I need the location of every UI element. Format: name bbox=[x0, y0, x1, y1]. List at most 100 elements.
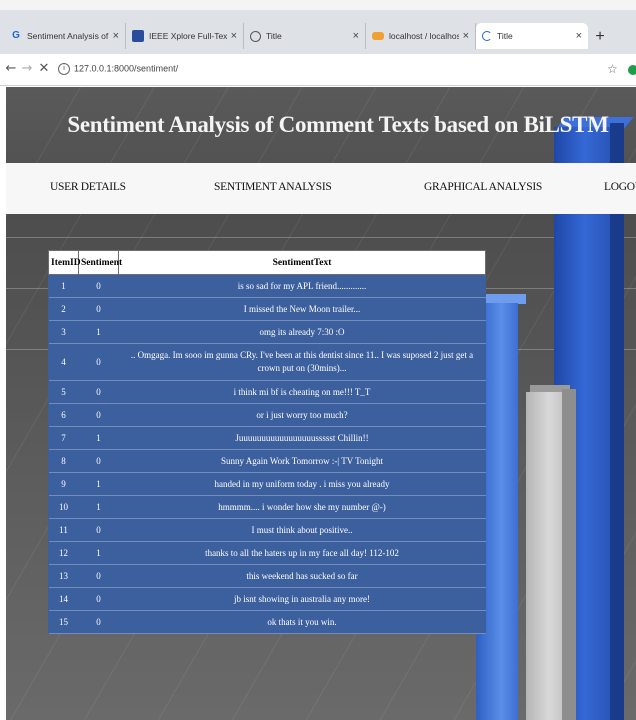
cell-itemid: 8 bbox=[48, 449, 79, 473]
browser-tab-title: localhost / localhost | phpMyAdr bbox=[389, 31, 459, 41]
nav-graphical-analysis[interactable]: GRAPHICAL ANALYSIS bbox=[424, 181, 542, 193]
column-header-sentimenttext: SentimentText bbox=[118, 250, 486, 275]
page-title: Sentiment Analysis of Comment Texts base… bbox=[67, 112, 609, 137]
sentiment-table-container: ItemID Sentiment SentimentText 1 0 is so s… bbox=[48, 250, 486, 634]
table-row: 15 0 ok thats it you win. bbox=[48, 610, 486, 634]
table-row: 11 0 I must think about positive.. bbox=[48, 518, 486, 542]
table-body: 1 0 is so sad for my APL friend...........… bbox=[48, 274, 486, 634]
nav-logout[interactable]: LOGOUT bbox=[604, 181, 636, 193]
browser-tab-4[interactable]: localhost / localhost | phpMyAdr × bbox=[366, 23, 476, 49]
phpmyadmin-favicon-icon bbox=[372, 32, 384, 40]
cell-itemid: 3 bbox=[48, 320, 79, 344]
background-gridline bbox=[6, 237, 636, 238]
table-row: 9 1 handed in my uniform today . i miss yo… bbox=[48, 472, 486, 496]
page-content: Sentiment Analysis of Comment Texts base… bbox=[6, 87, 636, 720]
cell-itemid: 13 bbox=[48, 564, 79, 588]
table-row: 1 0 is so sad for my APL friend...........… bbox=[48, 274, 486, 298]
table-row: 6 0 or i just worry too much? bbox=[48, 403, 486, 427]
cell-itemid: 1 bbox=[48, 274, 79, 298]
cell-sentiment-text: jb isnt showing in australia any more! bbox=[118, 587, 486, 611]
sentiment-table: ItemID Sentiment SentimentText 1 0 is so s… bbox=[48, 250, 486, 634]
cell-itemid: 9 bbox=[48, 472, 79, 496]
cell-itemid: 11 bbox=[48, 518, 79, 542]
cell-itemid: 10 bbox=[48, 495, 79, 519]
browser-tab-title: Sentiment Analysis of Comment bbox=[27, 31, 109, 41]
browser-tab-title: IEEE Xplore Full-Text PDF: bbox=[149, 31, 227, 41]
table-row: 14 0 jb isnt showing in australia any more… bbox=[48, 587, 486, 611]
table-row: 8 0 Sunny Again Work Tomorrow :-| TV Tonig… bbox=[48, 449, 486, 473]
cell-sentiment-text: is so sad for my APL friend............. bbox=[118, 274, 486, 298]
new-tab-icon[interactable]: + bbox=[591, 28, 609, 46]
cell-sentiment-text: .. Omgaga. Im sooo im gunna CRy. I've be… bbox=[118, 343, 486, 381]
cell-sentiment: 0 bbox=[78, 343, 119, 381]
window-menubar bbox=[0, 0, 636, 10]
browser-tab-title: Title bbox=[266, 31, 282, 41]
table-row: 13 0 this weekend has sucked so far bbox=[48, 564, 486, 588]
browser-toolbar: ← → ✕ i 127.0.0.1:8000/sentiment/ ☆ bbox=[0, 54, 636, 86]
forward-arrow-icon[interactable]: → bbox=[19, 61, 35, 77]
cell-sentiment-text: ok thats it you win. bbox=[118, 610, 486, 634]
table-row: 3 1 omg its already 7:30 :O bbox=[48, 320, 486, 344]
nav-sentiment-analysis[interactable]: SENTIMENT ANALYSIS bbox=[214, 181, 332, 193]
cell-sentiment-text: handed in my uniform today . i miss you … bbox=[118, 472, 486, 496]
cell-sentiment-text: Juuuuuuuuuuuuuuuuussssst Chillin!! bbox=[118, 426, 486, 450]
cell-sentiment-text: this weekend has sucked so far bbox=[118, 564, 486, 588]
cell-sentiment-text: Sunny Again Work Tomorrow :-| TV Tonight bbox=[118, 449, 486, 473]
url-text: 127.0.0.1:8000/sentiment/ bbox=[74, 63, 179, 74]
browser-tab-strip: G Sentiment Analysis of Comment × IEEE X… bbox=[0, 10, 636, 54]
browser-tab-5[interactable]: Title × bbox=[476, 23, 588, 49]
cell-sentiment: 1 bbox=[78, 320, 119, 344]
cell-sentiment: 1 bbox=[78, 541, 119, 565]
browser-tab-title: Title bbox=[497, 31, 513, 41]
globe-favicon-icon bbox=[250, 30, 261, 42]
cell-itemid: 7 bbox=[48, 426, 79, 450]
close-tab-icon[interactable]: × bbox=[353, 30, 359, 42]
cell-sentiment: 1 bbox=[78, 495, 119, 519]
cell-sentiment-text: omg its already 7:30 :O bbox=[118, 320, 486, 344]
close-tab-icon[interactable]: × bbox=[231, 30, 237, 42]
cell-itemid: 5 bbox=[48, 380, 79, 404]
table-row: 7 1 Juuuuuuuuuuuuuuuuussssst Chillin!! bbox=[48, 426, 486, 450]
address-bar[interactable]: i 127.0.0.1:8000/sentiment/ bbox=[58, 63, 178, 75]
background-bar-graphic bbox=[562, 389, 576, 720]
cell-itemid: 4 bbox=[48, 343, 79, 381]
cell-itemid: 14 bbox=[48, 587, 79, 611]
background-bar-graphic bbox=[526, 392, 564, 720]
table-row: 20I missed the New Moon trailer... bbox=[48, 297, 486, 321]
cell-itemid: 12 bbox=[48, 541, 79, 565]
table-row: 50i think mi bf is cheating on me!!! T_T bbox=[48, 380, 486, 404]
browser-tab-1[interactable]: G Sentiment Analysis of Comment × bbox=[4, 23, 126, 49]
nav-user-details[interactable]: USER DETAILS bbox=[50, 181, 126, 193]
back-arrow-icon[interactable]: ← bbox=[3, 61, 19, 77]
cell-sentiment: 1 bbox=[78, 472, 119, 496]
close-tab-icon[interactable]: × bbox=[113, 30, 119, 42]
cell-sentiment: 0 bbox=[78, 274, 119, 298]
table-row: 10 1 hmmmm.... i wonder how she my number … bbox=[48, 495, 486, 519]
cell-sentiment: 0 bbox=[78, 564, 119, 588]
cell-sentiment-text: i think mi bf is cheating on me!!! T_T bbox=[118, 380, 486, 404]
cell-sentiment-text: I must think about positive.. bbox=[118, 518, 486, 542]
cell-sentiment-text: or i just worry too much? bbox=[118, 403, 486, 427]
bookmark-star-icon[interactable]: ☆ bbox=[607, 62, 618, 76]
browser-tab-3[interactable]: Title × bbox=[244, 23, 366, 49]
browser-tab-2[interactable]: IEEE Xplore Full-Text PDF: × bbox=[126, 23, 244, 49]
cell-sentiment: 0 bbox=[78, 587, 119, 611]
site-info-icon[interactable]: i bbox=[58, 63, 70, 75]
stop-loading-icon[interactable]: ✕ bbox=[36, 61, 52, 77]
cell-sentiment-text: I missed the New Moon trailer... bbox=[118, 297, 486, 321]
column-header-sentiment: Sentiment bbox=[78, 250, 122, 275]
column-header-itemid: ItemID bbox=[48, 250, 81, 275]
cell-itemid: 2 bbox=[48, 297, 79, 321]
cell-sentiment: 1 bbox=[78, 426, 119, 450]
extension-icon[interactable] bbox=[628, 65, 636, 75]
g-favicon-icon: G bbox=[12, 30, 20, 41]
table-header-row: ItemID Sentiment SentimentText bbox=[48, 250, 486, 275]
cell-itemid: 6 bbox=[48, 403, 79, 427]
site-banner: Sentiment Analysis of Comment Texts base… bbox=[6, 87, 636, 163]
ieee-favicon-icon bbox=[132, 30, 144, 42]
close-tab-icon[interactable]: × bbox=[576, 30, 582, 42]
cell-sentiment-text: thanks to all the haters up in my face a… bbox=[118, 541, 486, 565]
cell-itemid: 15 bbox=[48, 610, 79, 634]
cell-sentiment-text: hmmmm.... i wonder how she my number @-) bbox=[118, 495, 486, 519]
close-tab-icon[interactable]: × bbox=[463, 30, 469, 42]
